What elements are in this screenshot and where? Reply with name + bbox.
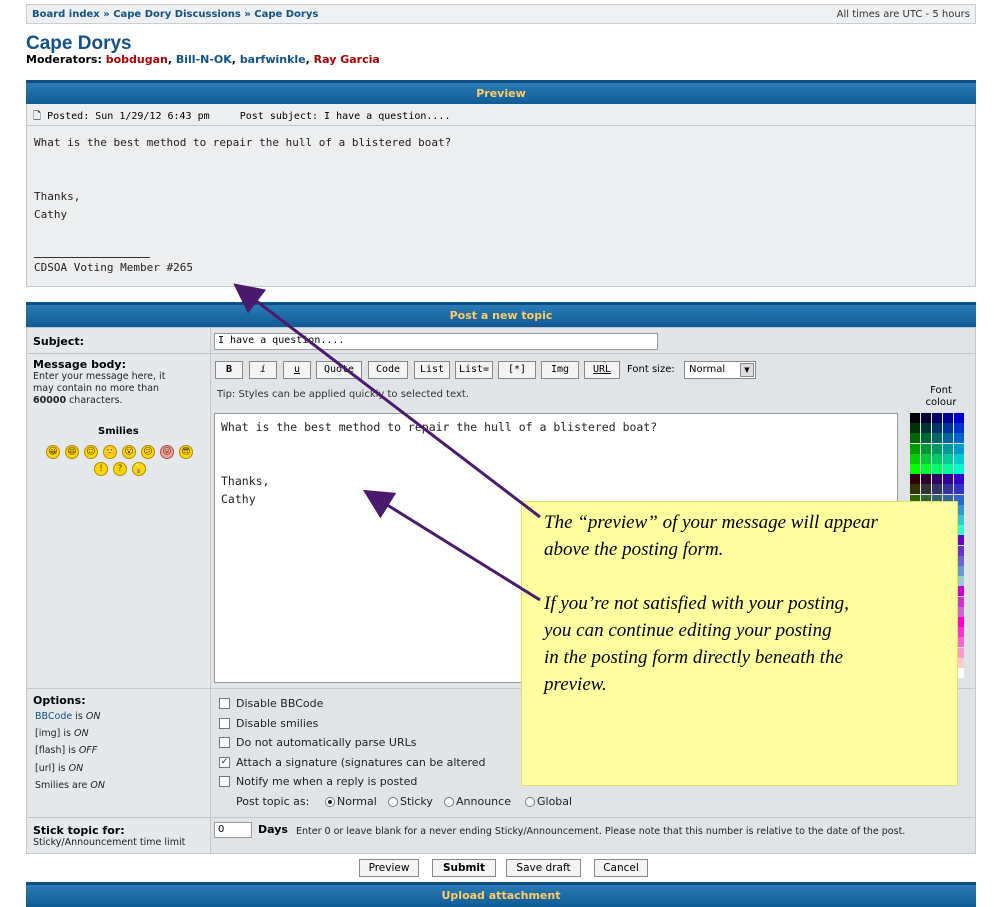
arrow-to-textarea [362,489,541,602]
annotation-arrows [233,283,541,602]
arrow-to-preview [233,283,541,519]
